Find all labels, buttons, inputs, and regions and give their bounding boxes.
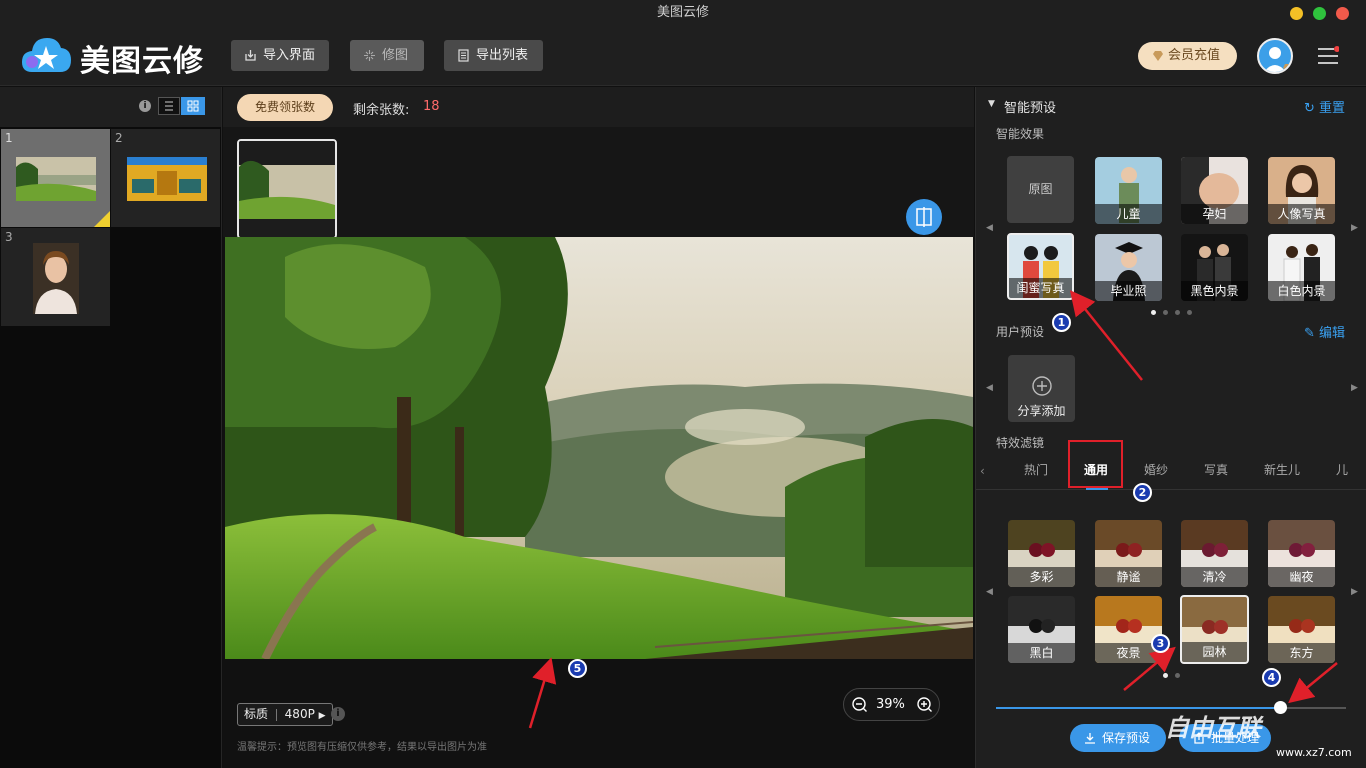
arrow-1 <box>1069 290 1143 381</box>
annotation-3: 3 <box>1151 634 1170 653</box>
watermark-url: www.xz7.com <box>1276 746 1352 759</box>
arrow-4 <box>1288 662 1338 704</box>
arrow-3 <box>1123 646 1176 691</box>
annotation-5: 5 <box>568 659 587 678</box>
annotation-2: 2 <box>1133 483 1152 502</box>
annotation-4: 4 <box>1262 668 1281 687</box>
arrow-5 <box>528 657 557 729</box>
annotation-1: 1 <box>1052 313 1071 332</box>
app-window: 美图云修 美图云修 导入界面 修图 导出列表 会员充值 i 1 2 3 免费领张… <box>0 0 1366 768</box>
watermark-text: 自由互联 <box>1165 714 1261 742</box>
highlight-box-tab <box>1068 440 1123 488</box>
